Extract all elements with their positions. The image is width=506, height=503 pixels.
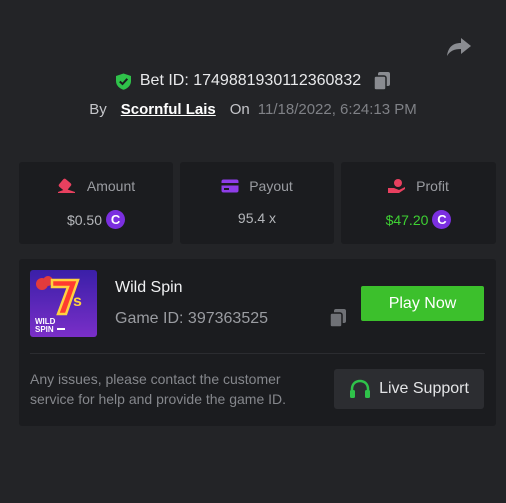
coin-icon: C bbox=[432, 210, 452, 229]
amount-bet-icon bbox=[57, 178, 75, 193]
bet-header: Bet ID: 1749881930112360832 bbox=[0, 68, 506, 94]
stat-payout-value-row: 95.4 x bbox=[180, 210, 334, 226]
live-support-label: Live Support bbox=[379, 380, 469, 397]
profit-hand-icon bbox=[388, 179, 406, 193]
stat-amount-label: Amount bbox=[86, 178, 136, 194]
stat-amount-value: $0.50 bbox=[66, 211, 103, 228]
game-card: s WILD SPIN Wild Spin Game ID: 397363525… bbox=[19, 259, 496, 426]
card-divider bbox=[30, 353, 485, 354]
game-name: Wild Spin bbox=[115, 279, 183, 296]
bet-date: 11/18/2022, 6:24:13 PM bbox=[257, 100, 417, 118]
share-icon[interactable] bbox=[446, 36, 472, 58]
bet-id-text: Bet ID: 1749881930112360832 bbox=[140, 72, 361, 90]
game-thumbnail[interactable]: s WILD SPIN bbox=[30, 270, 97, 337]
stat-profit-title: Profit bbox=[341, 178, 496, 194]
game-id-label: Game ID: bbox=[115, 310, 184, 327]
thumb-spin-text: SPIN bbox=[35, 325, 54, 334]
stat-profit-value-row: $47.20 C bbox=[341, 210, 496, 229]
game-id: Game ID: 397363525 bbox=[115, 310, 268, 328]
on-label: On bbox=[229, 100, 250, 118]
stat-profit: Profit $47.20 C bbox=[341, 162, 496, 244]
play-now-button[interactable]: Play Now bbox=[361, 286, 484, 321]
stat-payout-title: Payout bbox=[180, 178, 334, 194]
byline: By Scornful Lais On 11/18/2022, 6:24:13 … bbox=[0, 97, 506, 121]
stat-payout-value: 95.4 x bbox=[237, 210, 277, 226]
stat-profit-value: $47.20 bbox=[385, 211, 429, 228]
copy-icon[interactable] bbox=[373, 71, 391, 91]
stat-amount-title: Amount bbox=[19, 178, 173, 194]
verified-shield-icon bbox=[115, 73, 131, 90]
svg-text:s: s bbox=[73, 293, 82, 310]
coin-icon: C bbox=[106, 210, 126, 229]
live-support-button[interactable]: Live Support bbox=[334, 369, 484, 409]
headset-icon bbox=[350, 379, 371, 398]
wild-spin-artwork: s WILD SPIN bbox=[30, 270, 97, 337]
bet-id-label: Bet ID: bbox=[139, 72, 189, 89]
by-label: By bbox=[89, 100, 107, 118]
game-id-value: 397363525 bbox=[187, 310, 269, 327]
copy-game-id-icon[interactable] bbox=[329, 308, 347, 328]
stat-profit-label: Profit bbox=[416, 178, 449, 194]
stat-amount-value-row: $0.50 C bbox=[19, 210, 173, 229]
stat-payout-label: Payout bbox=[249, 178, 293, 194]
bet-id-value: 1749881930112360832 bbox=[193, 72, 362, 89]
support-message: Any issues, please contact the customer … bbox=[30, 371, 287, 407]
stat-payout: Payout 95.4 x bbox=[180, 162, 334, 244]
username-link[interactable]: Scornful Lais bbox=[121, 101, 216, 118]
payout-card-icon bbox=[221, 179, 239, 193]
stat-amount: Amount $0.50 C bbox=[19, 162, 173, 244]
